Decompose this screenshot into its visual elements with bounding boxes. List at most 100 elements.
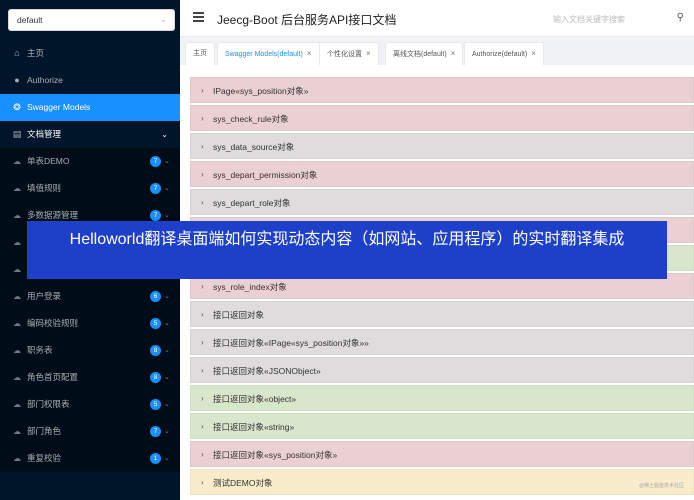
cloud-icon: ☁ — [13, 211, 21, 220]
tab-3[interactable]: 离线文档(default) × — [385, 42, 464, 65]
sidebar-subitem[interactable]: ☁ 填值规则 7 ⌄ — [0, 175, 180, 202]
overlay-banner: Helloworld翻译桌面端如何实现动态内容（如网站、应用程序）的实时翻译集成 — [27, 221, 667, 279]
sidebar-item-authorize[interactable]: ● Authorize — [0, 67, 180, 94]
watermark: @稀土掘金技术社区 — [638, 483, 684, 489]
sidebar-subitem-label: 填值规则 — [27, 183, 62, 193]
model-name: sys_depart_permission对象 — [213, 170, 318, 180]
chevron-right-icon: › — [201, 366, 204, 375]
group-select[interactable]: default ⌄ — [8, 9, 175, 31]
page-title: Jeecg-Boot 后台服务API接口文档 — [217, 13, 397, 27]
sidebar-subitem-label: 角色首页配置 — [27, 372, 79, 382]
cloud-icon: ☁ — [13, 184, 21, 193]
sidebar-item-label: 主页 — [27, 48, 45, 58]
count-badge: 7 — [150, 183, 161, 194]
cloud-icon: ☁ — [13, 292, 21, 301]
count-badge: 7 — [150, 210, 161, 221]
model-row[interactable]: › 接口返回对象«object» — [190, 385, 694, 411]
model-name: sys_role_index对象 — [213, 282, 287, 292]
model-name: 接口返回对象«JSONObject» — [213, 366, 321, 376]
model-row[interactable]: › 测试DEMO对象 — [190, 469, 694, 495]
sidebar-item-swagger-models[interactable]: ❂ Swagger Models — [0, 94, 180, 121]
model-row[interactable]: › 接口返回对象«JSONObject» — [190, 357, 694, 383]
model-row[interactable]: › IPage«sys_position对象» — [190, 77, 694, 103]
cloud-icon: ☁ — [13, 346, 21, 355]
tab-bar: 主页 Swagger Models(default) × 个性化设置 × 离线文档(def… — [180, 37, 694, 65]
swagger-models-icon: ❂ — [13, 102, 21, 112]
chevron-down-icon: ⌄ — [164, 320, 170, 327]
chevron-down-icon: ⌄ — [164, 401, 170, 408]
sidebar-subitem[interactable]: ☁ 单表DEMO 7 ⌄ — [0, 148, 180, 175]
sidebar-subitem-label: 重复校验 — [27, 453, 62, 463]
models-list: › IPage«sys_position对象» › sys_check_rule对象 ›… — [180, 65, 694, 500]
sidebar-subitem-label: 部门角色 — [27, 426, 62, 436]
close-icon[interactable]: × — [531, 49, 536, 58]
close-icon[interactable]: × — [451, 49, 456, 58]
chevron-right-icon: › — [201, 114, 204, 123]
model-row[interactable]: › 接口返回对象«string» — [190, 413, 694, 439]
tab-1[interactable]: Swagger Models(default) × — [217, 42, 320, 65]
chevron-right-icon: › — [201, 338, 204, 347]
group-select-value: default — [17, 15, 43, 25]
model-name: sys_depart_role对象 — [213, 198, 291, 208]
model-row[interactable]: › sys_depart_permission对象 — [190, 161, 694, 187]
sidebar-subitem[interactable]: ☁ 重复校验 1 ⌄ — [0, 445, 180, 472]
sidebar-subitem[interactable]: ☁ 部门权限表 5 ⌄ — [0, 391, 180, 418]
tab-label: Authorize(default) — [472, 51, 528, 58]
model-row[interactable]: › 接口返回对象«sys_position对象» — [190, 441, 694, 467]
tab-label: 个性化设置 — [327, 51, 362, 58]
model-name: 接口返回对象«object» — [213, 394, 297, 404]
sidebar-subitem[interactable]: ☁ 职务表 8 ⌄ — [0, 337, 180, 364]
count-badge: 5 — [150, 399, 161, 410]
home-icon: ⌂ — [14, 48, 20, 58]
menu-toggle-icon[interactable] — [193, 12, 204, 22]
sidebar-submenu: ☁单表DEMO7⌄☁填值规则7⌄☁多数据源管理7⌄☁⌄☁⌄☁用户登录6⌄☁编码校… — [0, 148, 180, 472]
model-name: 接口返回对象«sys_position对象» — [213, 450, 338, 460]
sidebar-subitem[interactable]: ☁ 角色首页配置 8 ⌄ — [0, 364, 180, 391]
authorize-icon: ● — [14, 75, 20, 85]
sidebar-item-home[interactable]: ⌂ 主页 — [0, 40, 180, 67]
model-name: 接口返回对象«IPage«sys_position对象»» — [213, 338, 369, 348]
chevron-right-icon: › — [201, 422, 204, 431]
count-badge: 7 — [150, 426, 161, 437]
chevron-down-icon: ⌄ — [164, 293, 170, 300]
close-icon[interactable]: × — [366, 49, 371, 58]
tab-2[interactable]: 个性化设置 × — [319, 42, 379, 65]
tab-0[interactable]: 主页 — [185, 42, 215, 65]
sidebar-subitem[interactable]: ☁ 用户登录 6 ⌄ — [0, 283, 180, 310]
cloud-icon: ☁ — [13, 400, 21, 409]
model-row[interactable]: › 接口返回对象«IPage«sys_position对象»» — [190, 329, 694, 355]
model-name: 接口返回对象 — [213, 310, 265, 320]
model-row[interactable]: › 接口返回对象 — [190, 301, 694, 327]
sidebar-item-label: Authorize — [27, 75, 63, 85]
model-name: sys_data_source对象 — [213, 142, 295, 152]
sidebar-subitem-label: 职务表 — [27, 345, 53, 355]
sidebar-group-label: 文档管理 — [27, 129, 62, 139]
model-row[interactable]: › sys_depart_role对象 — [190, 189, 694, 215]
sidebar-subitem-label: 多数据源管理 — [27, 210, 79, 220]
model-row[interactable]: › sys_check_rule对象 — [190, 105, 694, 131]
cloud-icon: ☁ — [13, 238, 21, 247]
chevron-down-icon: ⌄ — [164, 374, 170, 381]
model-name: 接口返回对象«string» — [213, 422, 295, 432]
chevron-down-icon: ⌄ — [164, 455, 170, 462]
sidebar-subitem-label: 编码校验规则 — [27, 318, 79, 328]
count-badge: 1 — [150, 453, 161, 464]
chevron-right-icon: › — [201, 310, 204, 319]
sidebar-subitem[interactable]: ☁ 编码校验规则 5 ⌄ — [0, 310, 180, 337]
close-icon[interactable]: × — [307, 49, 312, 58]
top-header: Jeecg-Boot 后台服务API接口文档 ⚲ — [180, 0, 694, 37]
search-input[interactable] — [551, 10, 686, 29]
search-box: ⚲ — [551, 9, 686, 29]
model-name: 测试DEMO对象 — [213, 478, 273, 488]
sidebar-group-docs[interactable]: ▤ 文档管理 ⌄ — [0, 121, 180, 148]
tab-4[interactable]: Authorize(default) × — [464, 42, 544, 65]
search-icon[interactable]: ⚲ — [677, 12, 684, 23]
sidebar-subitem[interactable]: ☁ 部门角色 7 ⌄ — [0, 418, 180, 445]
tab-label: Swagger Models(default) — [225, 51, 303, 58]
model-name: sys_check_rule对象 — [213, 114, 289, 124]
chevron-down-icon: ⌄ — [161, 130, 168, 139]
count-badge: 8 — [150, 372, 161, 383]
model-row[interactable]: › sys_data_source对象 — [190, 133, 694, 159]
document-icon: ▤ — [12, 129, 22, 139]
sidebar-item-label: Swagger Models — [27, 102, 91, 112]
